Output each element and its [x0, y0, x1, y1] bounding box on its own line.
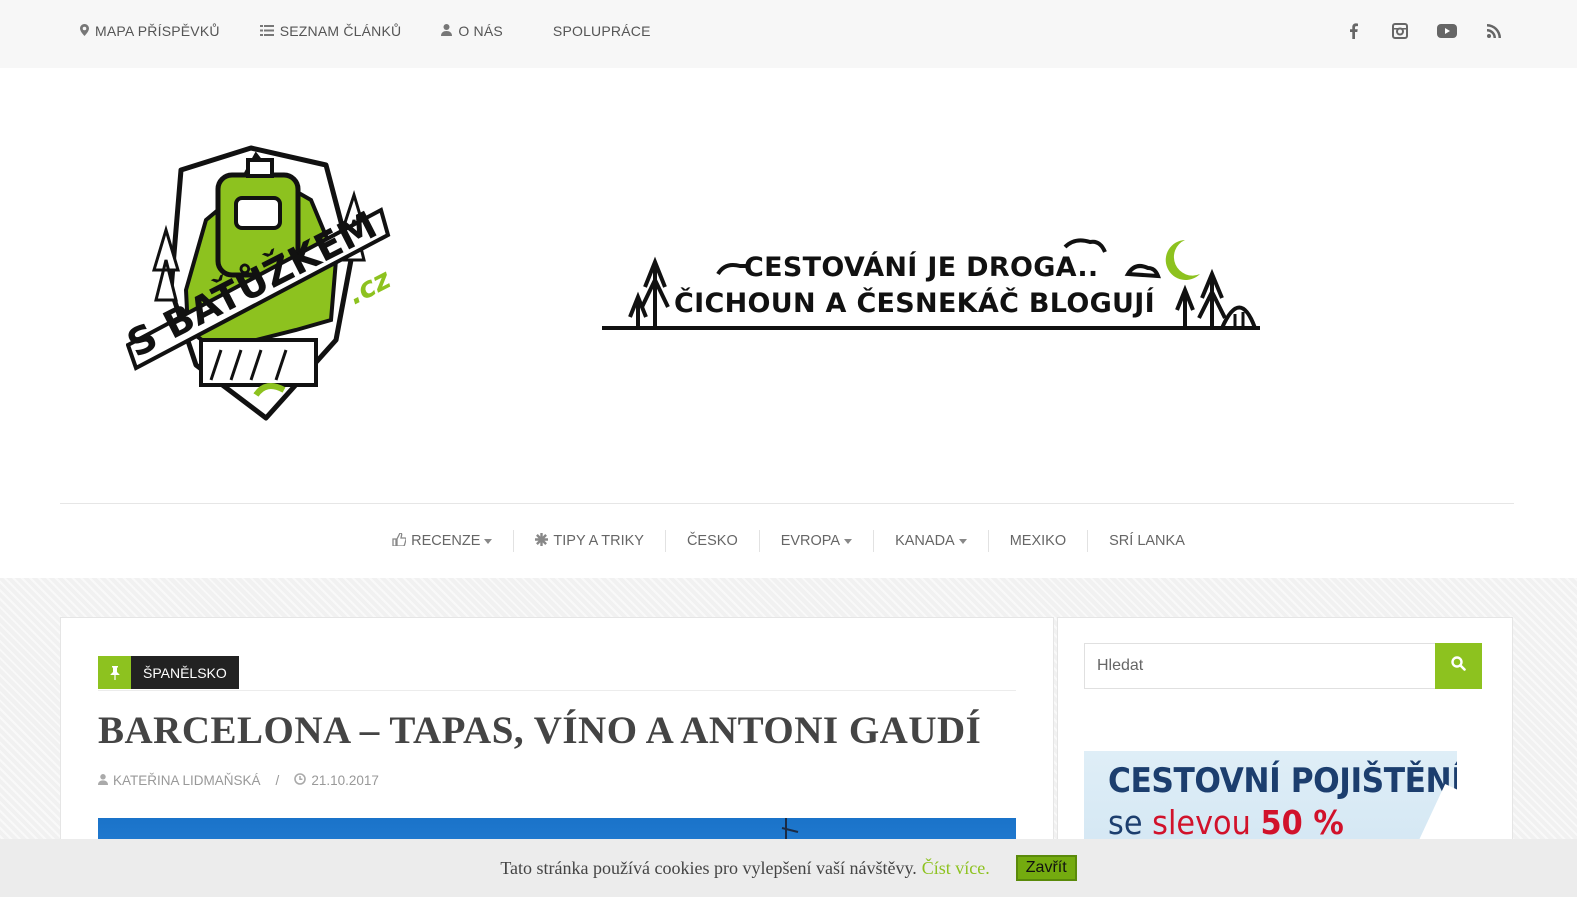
- chevron-down-icon: [958, 538, 967, 544]
- ad-subline-prefix: se: [1108, 803, 1143, 842]
- topnav-item-label: MAPA PŘÍSPĚVKŮ: [95, 23, 220, 39]
- instagram-icon[interactable]: [1389, 20, 1411, 42]
- post-author[interactable]: KATEŘINA LIDMAŇSKÁ: [113, 773, 261, 788]
- chevron-down-icon: [484, 538, 493, 544]
- cookie-read-more-link[interactable]: Číst více.: [922, 858, 990, 879]
- post-meta: KATEŘINA LIDMAŇSKÁ / 21.10.2017: [98, 773, 379, 788]
- ad-headline: CESTOVNÍ POJIŠTĚNÍ: [1108, 761, 1457, 801]
- asterisk-icon: [535, 533, 549, 549]
- category-label: ŠPANĚLSKO: [131, 656, 239, 689]
- cookie-text: Tato stránka používá cookies pro vylepše…: [500, 857, 917, 878]
- nav-item-kanada[interactable]: KANADA: [874, 530, 989, 552]
- map-marker-icon: [80, 23, 89, 39]
- nav-item-label: EVROPA: [780, 533, 841, 549]
- nav-item-cesko[interactable]: ČESKO: [666, 530, 760, 552]
- nav-item-label: TIPY A TRIKY: [553, 533, 644, 549]
- post-date: 21.10.2017: [311, 773, 379, 788]
- nav-item-label: SRÍ LANKA: [1109, 533, 1185, 549]
- nav-item-label: ČESKO: [686, 533, 738, 549]
- nav-item-sri-lanka[interactable]: SRÍ LANKA: [1088, 530, 1206, 552]
- cookie-bar: Tato stránka používá cookies pro vylepše…: [0, 839, 1577, 897]
- post-title[interactable]: BARCELONA – TAPAS, VÍNO A ANTONI GAUDÍ: [98, 708, 981, 753]
- search-form: [1084, 643, 1482, 689]
- nav-item-tipy[interactable]: TIPY A TRIKY: [514, 530, 666, 552]
- cookie-close-button[interactable]: Zavřít: [1015, 855, 1077, 881]
- nav-item-mexiko[interactable]: MEXIKO: [989, 530, 1089, 552]
- nav-item-label: KANADA: [895, 533, 955, 549]
- topnav-item-map[interactable]: MAPA PŘÍSPĚVKŮ: [80, 23, 220, 39]
- facebook-icon[interactable]: [1342, 20, 1364, 42]
- top-nav: MAPA PŘÍSPĚVKŮ SEZNAM ČLÁNKŮ O NÁS SPOLU…: [80, 0, 691, 62]
- topnav-item-label: SEZNAM ČLÁNKŮ: [279, 23, 402, 39]
- topnav-item-about[interactable]: O NÁS: [441, 23, 503, 39]
- youtube-icon[interactable]: [1436, 20, 1458, 42]
- top-bar: MAPA PŘÍSPĚVKŮ SEZNAM ČLÁNKŮ O NÁS SPOLU…: [0, 0, 1577, 68]
- nav-item-evropa[interactable]: EVROPA: [760, 530, 875, 552]
- ad-subline: se slevou 50 %: [1108, 803, 1344, 842]
- category-divider: [98, 690, 1016, 691]
- banner-line-2: ČICHOUN A ČESNEKÁČ BLOGUJÍ: [674, 288, 1155, 319]
- meta-separator: /: [275, 773, 280, 788]
- thumbs-up-icon: [392, 532, 407, 549]
- search-button[interactable]: [1435, 643, 1482, 689]
- nav-item-label: MEXIKO: [1009, 533, 1067, 549]
- header-banner: CESTOVÁNÍ JE DROGA.. ČICHOUN A ČESNEKÁČ …: [600, 232, 1265, 336]
- search-input[interactable]: [1084, 643, 1435, 689]
- social-links: [1317, 20, 1505, 42]
- nav-item-recenze[interactable]: RECENZE: [371, 530, 515, 552]
- rss-icon[interactable]: [1483, 20, 1505, 42]
- main-nav: RECENZE TIPY A TRIKY ČESKO EVROPA KANADA…: [0, 504, 1577, 578]
- nav-item-label: RECENZE: [411, 533, 481, 549]
- ad-subline-red: slevou: [1152, 803, 1251, 842]
- topnav-item-label: O NÁS: [458, 23, 503, 39]
- topnav-item-label: SPOLUPRÁCE: [552, 23, 651, 39]
- ad-subline-percent: 50 %: [1260, 803, 1344, 842]
- clock-icon: [294, 773, 307, 788]
- user-icon: [441, 23, 453, 39]
- banner-line-1: CESTOVÁNÍ JE DROGA..: [744, 252, 1099, 283]
- chevron-down-icon: [844, 538, 853, 544]
- topnav-item-cooperation[interactable]: SPOLUPRÁCE: [553, 23, 651, 39]
- site-logo[interactable]: S BAŤŮŽKEM .cz: [120, 140, 418, 425]
- topnav-item-articles[interactable]: SEZNAM ČLÁNKŮ: [259, 23, 402, 39]
- category-tag[interactable]: ŠPANĚLSKO: [98, 656, 239, 689]
- search-icon: [1451, 656, 1466, 676]
- pin-icon: [98, 656, 131, 689]
- list-icon: [259, 24, 274, 39]
- user-icon: [98, 773, 108, 788]
